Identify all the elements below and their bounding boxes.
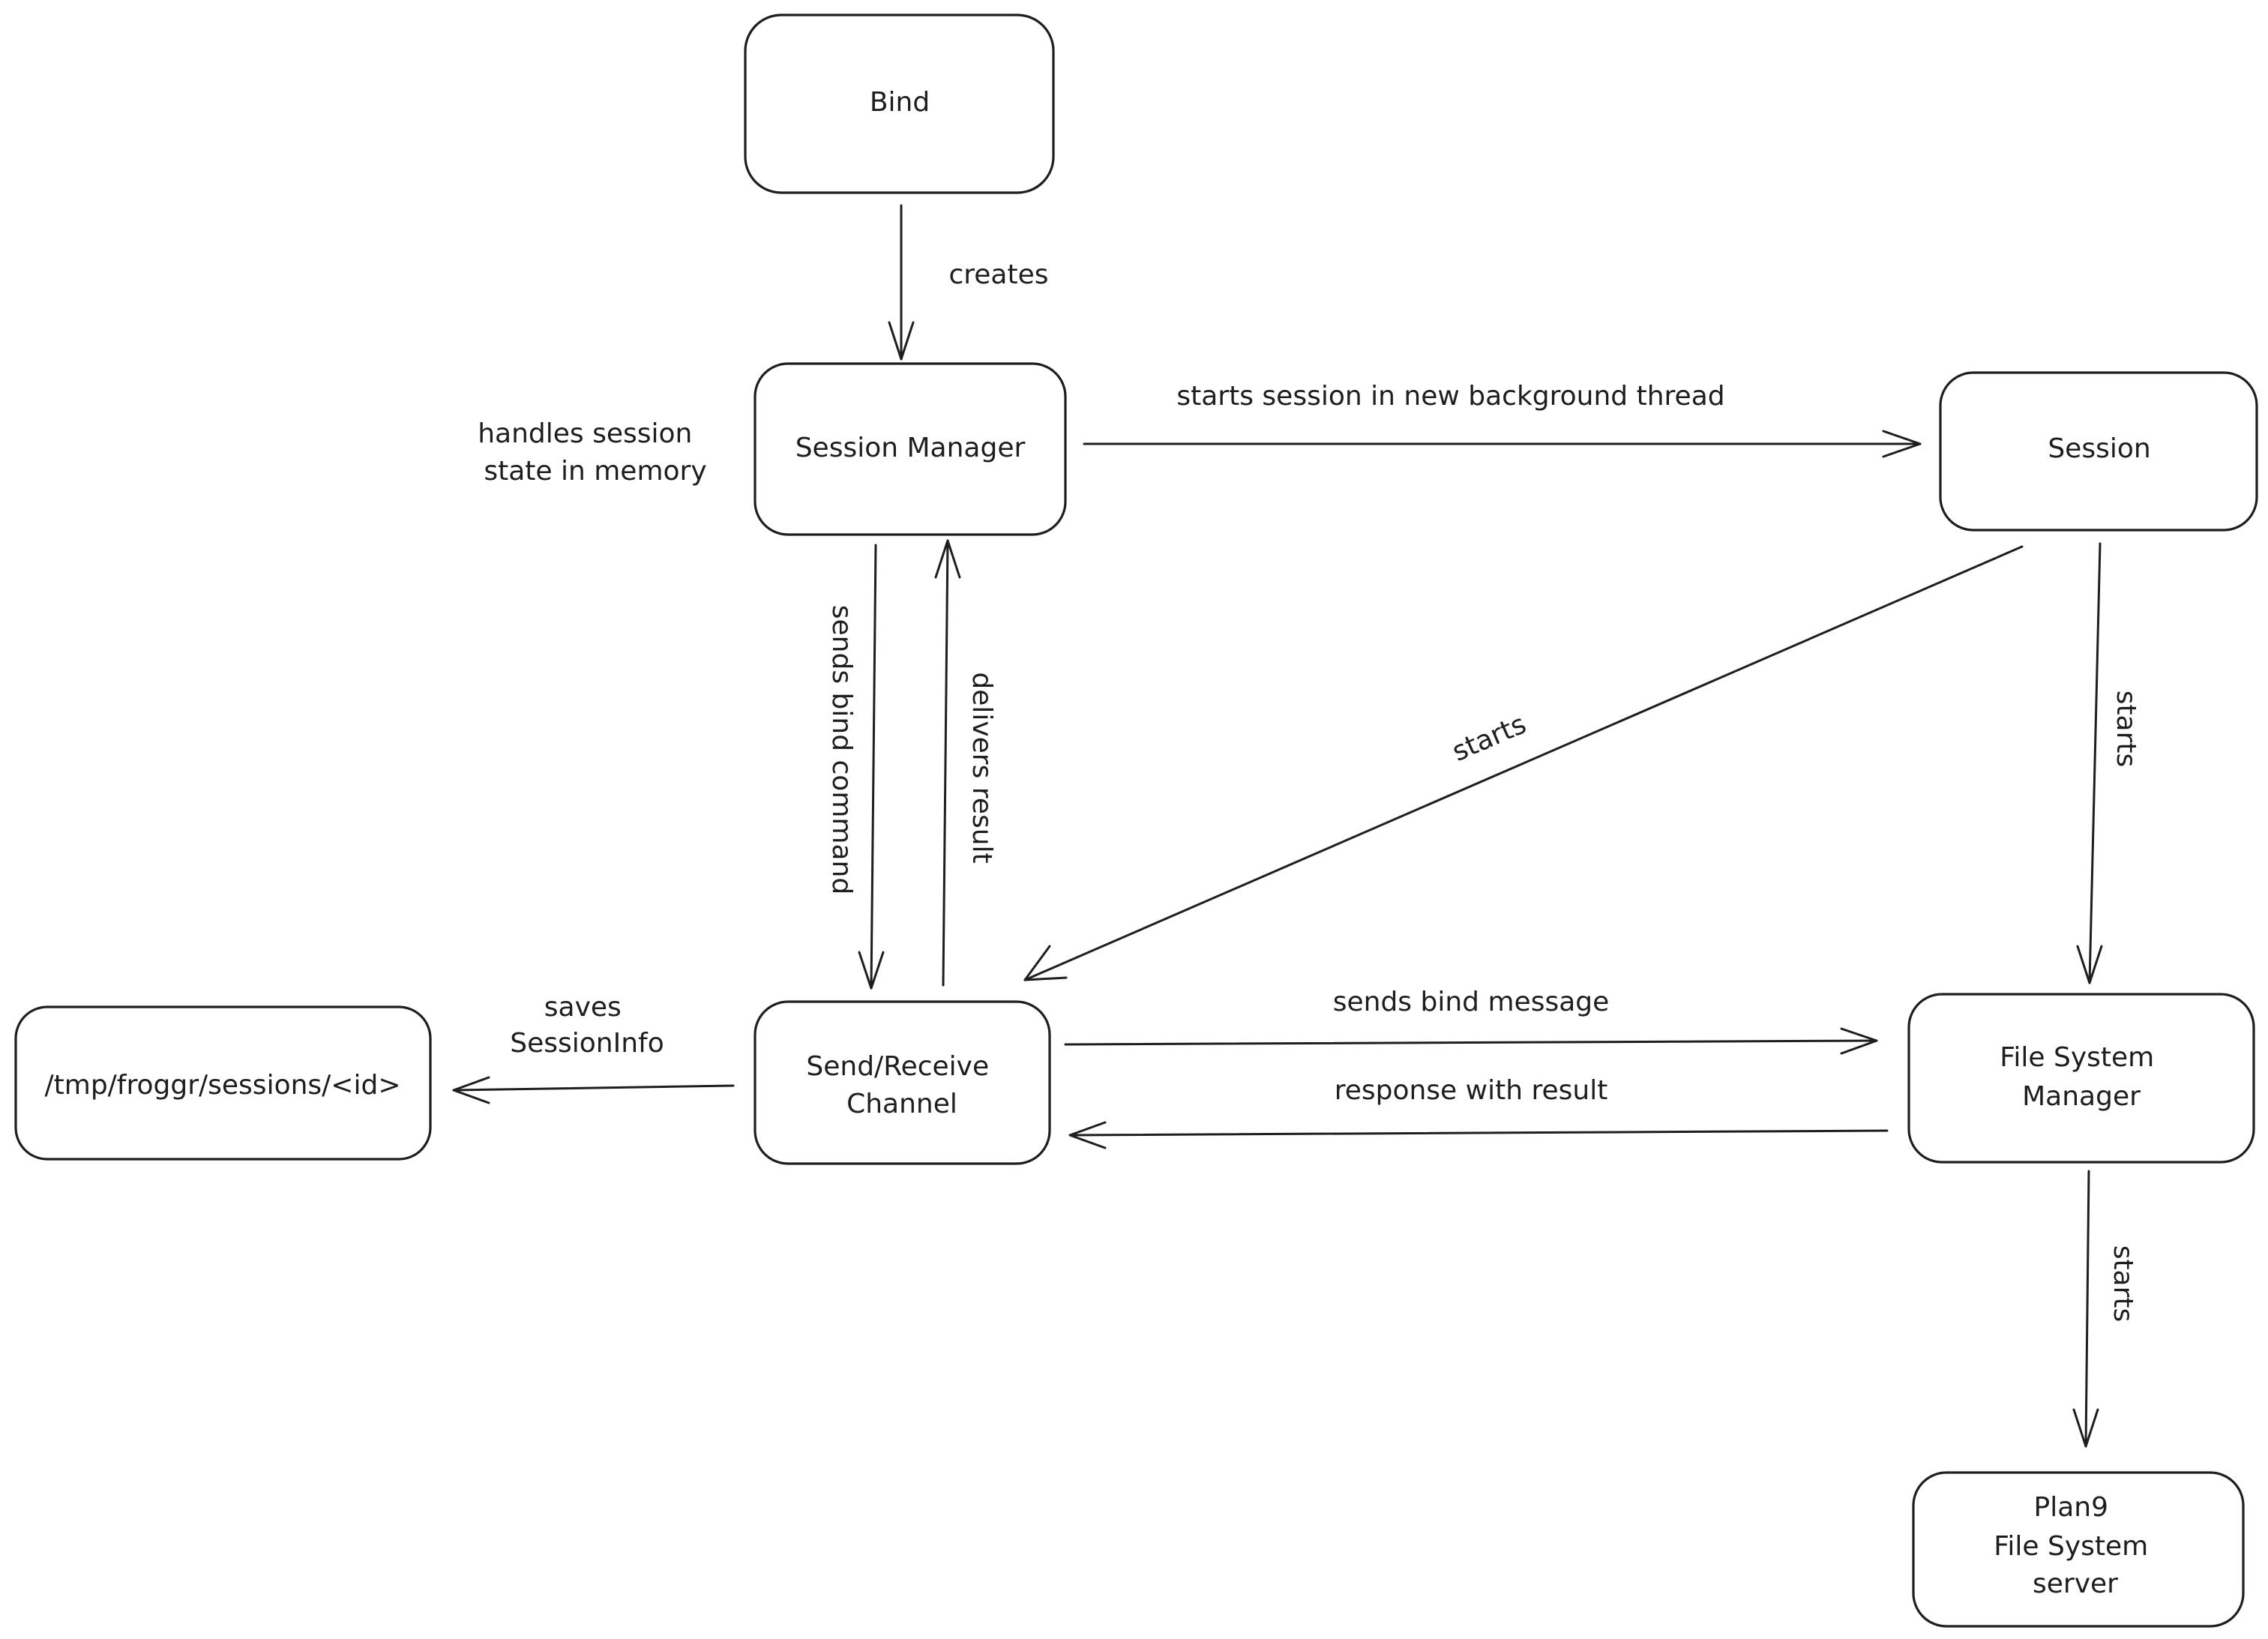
- node-file-system-manager[interactable]: File System Manager: [1907, 993, 2255, 1164]
- edge-fsm-to-channel-line: [1068, 1129, 1889, 1137]
- node-plan9-server[interactable]: Plan9 File System server: [1912, 1471, 2245, 1628]
- edge-session-to-fsm-line: [2088, 542, 2102, 984]
- edge-session-manager-to-session[interactable]: starts session in new background thread: [1083, 381, 1922, 458]
- edge-session-to-fsm-label: starts: [2111, 691, 2141, 768]
- edge-channel-to-fsm-line: [1064, 1039, 1878, 1046]
- edge-bind-to-session-manager[interactable]: creates: [888, 204, 1049, 361]
- edge-bind-to-session-manager-label: creates: [948, 259, 1048, 290]
- edge-channel-to-session-manager-label: delivers result: [966, 672, 997, 863]
- edge-fsm-to-channel[interactable]: response with result: [1068, 1075, 1889, 1149]
- edge-channel-to-session-manager-line: [942, 539, 949, 987]
- edge-channel-to-fsm[interactable]: sends bind message: [1064, 987, 1878, 1055]
- node-session-label: Session: [2048, 433, 2150, 464]
- edge-channel-to-tmp[interactable]: saves SessionInfo: [452, 992, 735, 1104]
- node-session[interactable]: Session: [1939, 371, 2258, 532]
- node-send-receive-channel[interactable]: Send/Receive Channel: [754, 1000, 1051, 1165]
- edge-channel-to-session-manager[interactable]: delivers result: [934, 539, 997, 987]
- edge-fsm-to-channel-label: response with result: [1335, 1075, 1608, 1106]
- edge-session-to-channel-line: [1023, 545, 2024, 981]
- node-tmp-sessions[interactable]: /tmp/froggr/sessions/<id>: [14, 1005, 432, 1161]
- edge-fsm-to-plan9[interactable]: starts: [2072, 1170, 2138, 1448]
- annotation-session-manager-note-text: handles session state in memory: [478, 418, 706, 487]
- edge-fsm-to-plan9-line: [2084, 1170, 2090, 1448]
- node-bind[interactable]: Bind: [744, 13, 1055, 194]
- edge-session-to-channel-label: starts: [1448, 709, 1530, 768]
- diagram-canvas: Bind Session Manager Session Send/Receiv…: [14, 13, 2258, 1628]
- edge-session-to-fsm[interactable]: starts: [2076, 542, 2141, 984]
- edge-channel-to-fsm-label: sends bind message: [1333, 987, 1610, 1017]
- arrowhead-icon: [1023, 945, 1068, 981]
- edge-channel-to-tmp-label: saves SessionInfo: [510, 992, 664, 1059]
- edge-session-manager-to-channel-line: [870, 544, 877, 990]
- edge-session-to-channel[interactable]: starts: [1023, 545, 2024, 981]
- node-tmp-sessions-label: /tmp/froggr/sessions/<id>: [45, 1070, 401, 1101]
- edge-channel-to-tmp-line: [452, 1084, 735, 1092]
- annotation-session-manager-note: handles session state in memory: [478, 418, 706, 487]
- node-file-system-manager-box: [1907, 993, 2255, 1164]
- node-session-manager[interactable]: Session Manager: [754, 362, 1067, 536]
- edge-session-manager-to-channel[interactable]: sends bind command: [826, 544, 885, 990]
- node-bind-label: Bind: [870, 87, 930, 118]
- edge-fsm-to-plan9-label: starts: [2108, 1245, 2138, 1323]
- edge-session-manager-to-channel-label: sends bind command: [826, 605, 857, 894]
- edge-session-manager-to-session-label: starts session in new background thread: [1176, 381, 1724, 412]
- node-send-receive-channel-box: [754, 1000, 1051, 1165]
- node-session-manager-label: Session Manager: [795, 433, 1026, 463]
